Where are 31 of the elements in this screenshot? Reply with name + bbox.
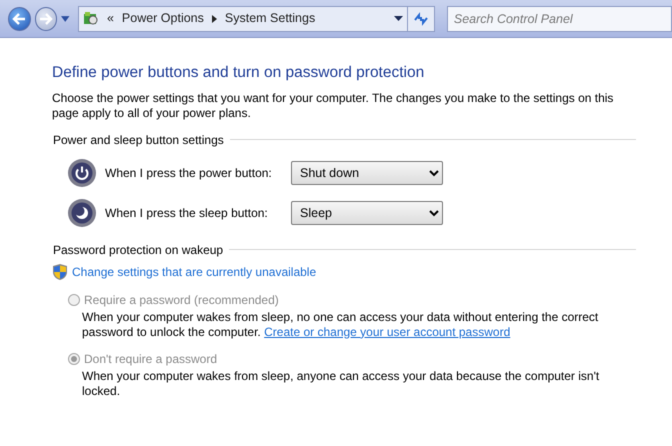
address-field[interactable]: « Power Options System Settings (78, 6, 408, 32)
breadcrumb-link[interactable]: System Settings (224, 9, 316, 28)
control-panel-icon (82, 10, 99, 26)
search-field[interactable]: Search Control Panel (446, 6, 672, 32)
setting-label: When I press the power button: (105, 164, 273, 182)
history-dropdown-icon[interactable] (61, 16, 70, 22)
section-heading: Power and sleep button settings (53, 132, 224, 149)
overflow-chevron[interactable]: « (106, 9, 114, 28)
action-dropdown[interactable]: Sleep (291, 200, 443, 225)
refresh-button[interactable] (408, 6, 435, 32)
admin-settings-link[interactable]: Change settings that are currently unavailable (72, 262, 316, 281)
refresh-icon (413, 12, 430, 26)
power-icon (67, 158, 97, 188)
back-arrow-icon (12, 12, 26, 24)
forward-arrow-icon (39, 12, 54, 24)
back-button[interactable] (8, 6, 31, 30)
moon-icon (67, 198, 97, 228)
dropdown-caret-icon[interactable] (394, 16, 404, 21)
radio-label: Require a password (recommended) (84, 292, 279, 309)
radio-label: Don't require a password (84, 350, 218, 368)
option-description: When your computer wakes from sleep, anyone can access your data because the computer isn't locked. (82, 368, 600, 399)
breadcrumb-link[interactable]: Power Options (122, 9, 204, 28)
forward-button[interactable] (34, 6, 58, 30)
shield-icon (52, 262, 68, 281)
section-heading: Password protection on wakeup (53, 242, 224, 259)
action-dropdown[interactable]: Shut down (291, 160, 443, 185)
page-title: Define power buttons and turn on password protection (52, 64, 426, 83)
setting-label: When I press the sleep button: (105, 204, 269, 222)
breadcrumb-arrow-icon[interactable] (212, 14, 217, 22)
option-description: When your computer wakes from sleep, no one can access your data without entering the correct password to unlock the computer. Create or change your user account password (82, 310, 600, 340)
intro-text: Choose the power settings that you want for your computer. The changes you make to the settings on this page apply to all of your power plans. (52, 90, 614, 121)
